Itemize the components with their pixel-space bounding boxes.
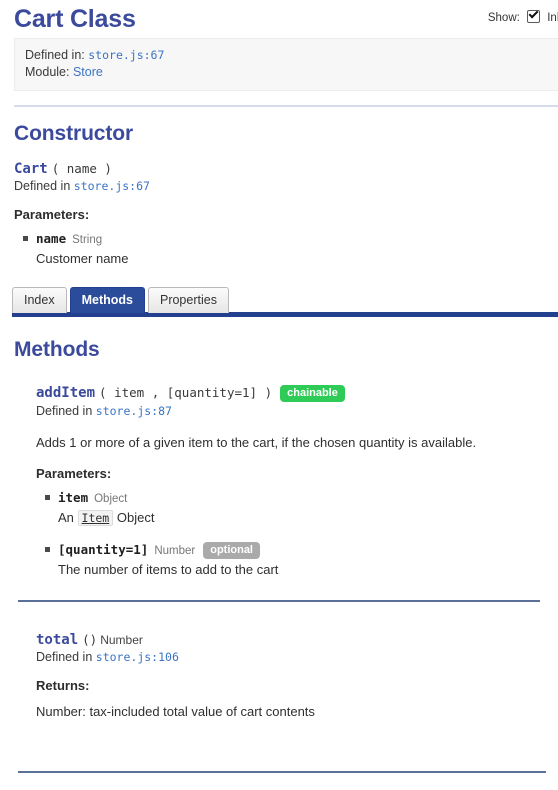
method-params-list: item Object An Item Object [quantity=1] Nu… bbox=[36, 489, 558, 578]
method-addItem: addItem( item , [quantity=1] ) chainable … bbox=[36, 385, 558, 578]
param-item: [quantity=1] Number optional The number of… bbox=[45, 541, 558, 578]
param-description: An Item Object bbox=[58, 509, 558, 527]
param-type-link[interactable]: Item bbox=[77, 510, 114, 526]
constructor-heading: Constructor bbox=[14, 122, 134, 145]
page-header: Cart Class Show: Inherited bbox=[0, 0, 558, 38]
divider-lavender bbox=[14, 105, 558, 107]
method-signature: addItem( item , [quantity=1] ) chainable bbox=[36, 385, 558, 402]
constructor-args: ( name ) bbox=[51, 161, 112, 176]
defined-prefix: Defined in bbox=[36, 404, 93, 418]
module-label: Module: bbox=[25, 65, 70, 79]
constructor-params-list: name String Customer name bbox=[14, 230, 558, 267]
method-signature: total() Number bbox=[36, 632, 558, 648]
tab-methods[interactable]: Methods bbox=[69, 287, 145, 313]
method-name: total bbox=[36, 632, 79, 648]
defined-in-link[interactable]: store.js:67 bbox=[88, 48, 164, 62]
inherited-checkbox-label: Inherited bbox=[547, 12, 558, 24]
constructor-name: Cart bbox=[14, 161, 48, 177]
tab-index[interactable]: Index bbox=[12, 287, 67, 313]
method-defined-in: Defined in store.js:87 bbox=[36, 404, 558, 418]
method-return-type: Number bbox=[100, 633, 143, 647]
method-total: total() Number Defined in store.js:106 Re… bbox=[36, 632, 558, 719]
returns-heading: Returns: bbox=[36, 678, 90, 693]
param-name: [quantity=1] bbox=[58, 542, 149, 557]
param-type: Number bbox=[154, 545, 196, 557]
method-source-link[interactable]: store.js:87 bbox=[96, 404, 172, 418]
optional-badge: optional bbox=[203, 542, 260, 559]
inherited-checkbox[interactable] bbox=[527, 10, 541, 23]
constructor-defined-in: Defined in store.js:67 bbox=[14, 179, 558, 193]
constructor-signature: Cart( name ) bbox=[14, 161, 558, 177]
method-name: addItem bbox=[36, 385, 96, 401]
param-name: item bbox=[58, 490, 89, 505]
returns-body: Number: tax-included total value of cart… bbox=[36, 704, 315, 719]
param-item: item Object An Item Object bbox=[45, 489, 558, 527]
module-link[interactable]: Store bbox=[73, 65, 103, 79]
param-type: String bbox=[72, 234, 103, 246]
module-row: Module: Store bbox=[25, 64, 558, 81]
method-args: () bbox=[82, 632, 98, 647]
method-source-link[interactable]: store.js:106 bbox=[96, 650, 179, 664]
tab-properties[interactable]: Properties bbox=[147, 287, 229, 313]
constructor-params-heading: Parameters: bbox=[14, 207, 90, 222]
defined-prefix: Defined in bbox=[14, 179, 71, 193]
method-defined-in: Defined in store.js:106 bbox=[36, 650, 558, 664]
method-params-heading: Parameters: bbox=[36, 466, 112, 481]
param-item: name String Customer name bbox=[23, 230, 558, 267]
tab-bar-region: Index Methods Properties bbox=[0, 285, 558, 317]
show-label: Show: bbox=[487, 12, 520, 24]
show-filter: Show: Inherited bbox=[488, 10, 558, 24]
api-doc-page: Cart Class Show: Inherited Defined in: s… bbox=[0, 0, 558, 790]
methods-panel: Methods addItem( item , [quantity=1] ) ch… bbox=[0, 317, 558, 719]
param-desc-before: An bbox=[58, 510, 74, 525]
param-name: name bbox=[36, 231, 67, 246]
param-description: Customer name bbox=[36, 251, 129, 266]
method-divider bbox=[18, 600, 540, 602]
method-args: ( item , [quantity=1] ) bbox=[99, 385, 273, 400]
param-desc-after: Object bbox=[116, 510, 155, 525]
defined-prefix: Defined in bbox=[36, 650, 93, 664]
defined-in-label: Defined in: bbox=[25, 48, 85, 62]
constructor-source-link[interactable]: store.js:67 bbox=[74, 179, 150, 193]
param-type: Object bbox=[94, 493, 128, 505]
constructor-block: Cart( name ) Defined in store.js:67 Para… bbox=[14, 161, 558, 267]
tab-list: Index Methods Properties bbox=[12, 287, 229, 313]
defined-in-row: Defined in: store.js:67 bbox=[25, 47, 558, 64]
param-description: The number of items to add to the cart bbox=[58, 562, 279, 577]
class-meta-box: Defined in: store.js:67 Module: Store bbox=[14, 38, 558, 91]
methods-heading: Methods bbox=[14, 338, 100, 361]
method-description: Adds 1 or more of a given item to the ca… bbox=[36, 435, 477, 450]
footer-divider bbox=[18, 771, 546, 773]
chainable-badge: chainable bbox=[280, 385, 345, 402]
page-title: Cart Class bbox=[14, 5, 136, 33]
